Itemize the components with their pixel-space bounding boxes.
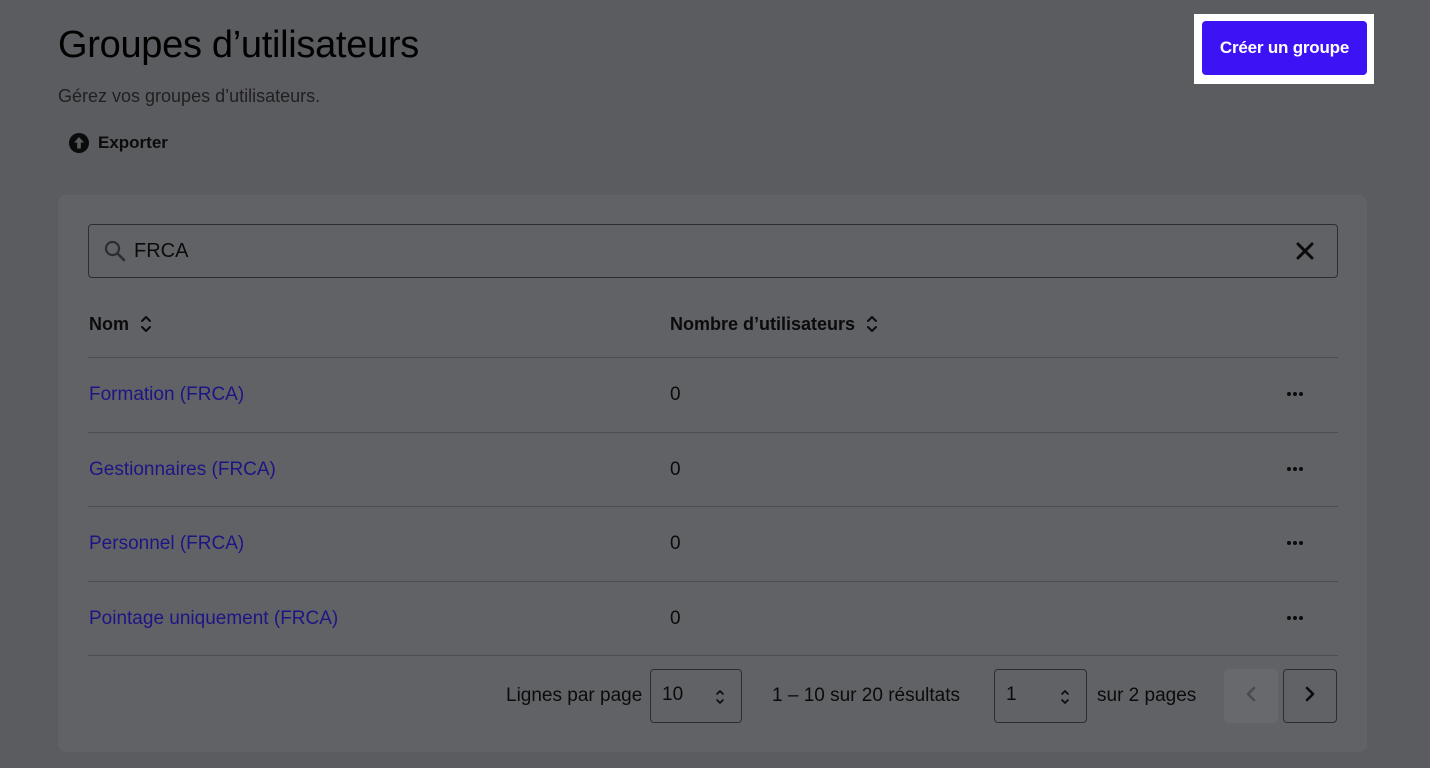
upload-circle-icon: [68, 132, 90, 154]
user-count: 0: [670, 533, 681, 554]
search-box: [88, 224, 1338, 278]
column-header-name[interactable]: Nom: [89, 312, 153, 336]
page-subtitle: Gérez vos groupes d’utilisateurs.: [58, 86, 321, 106]
group-name-link[interactable]: Gestionnaires (FRCA): [89, 459, 276, 481]
rows-per-page-value: 10: [662, 684, 684, 705]
chevron-left-icon: [1245, 685, 1257, 708]
create-group-button[interactable]: Créer un groupe: [1202, 21, 1367, 75]
table-row: Personnel (FRCA) 0: [88, 507, 1338, 582]
next-page-button[interactable]: [1283, 669, 1337, 723]
select-arrows-icon: [715, 688, 725, 706]
more-options-icon[interactable]: [1284, 531, 1306, 555]
rows-per-page-label: Lignes par page: [506, 685, 643, 706]
user-count: 0: [670, 607, 681, 629]
results-range: 1 – 10 sur 20 résultats: [772, 685, 960, 706]
group-name-link[interactable]: Formation (FRCA): [89, 384, 244, 406]
more-options-icon[interactable]: [1284, 457, 1306, 481]
export-label: Exporter: [98, 133, 168, 152]
page-title: Groupes d’utilisateurs: [58, 24, 419, 66]
table-header: Nom Nombre d’utilisateurs: [88, 307, 1338, 358]
more-options-icon[interactable]: [1284, 606, 1306, 630]
rows-per-page-select[interactable]: 10: [650, 669, 742, 723]
user-count: 0: [670, 384, 681, 405]
create-group-highlight: Créer un groupe: [1194, 14, 1374, 84]
select-arrows-icon: [1060, 688, 1070, 706]
page: Groupes d’utilisateurs Gérez vos groupes…: [0, 0, 1430, 768]
groups-table: Nom Nombre d’utilisateurs Formation (FRC…: [88, 307, 1338, 656]
sort-icon: [139, 313, 153, 335]
more-options-icon[interactable]: [1284, 382, 1306, 406]
groups-card: Nom Nombre d’utilisateurs: [58, 195, 1367, 752]
table-row: Formation (FRCA) 0: [88, 358, 1338, 433]
chevron-right-icon: [1304, 685, 1316, 708]
export-button[interactable]: Exporter: [68, 131, 168, 155]
close-icon[interactable]: [1295, 241, 1315, 261]
column-header-label: Nom: [89, 313, 129, 334]
previous-page-button[interactable]: [1224, 669, 1278, 723]
sort-icon: [865, 313, 879, 335]
table-row: Pointage uniquement (FRCA) 0: [88, 582, 1338, 656]
group-name-link[interactable]: Pointage uniquement (FRCA): [89, 608, 338, 630]
search-icon: [103, 239, 127, 263]
total-pages-label: sur 2 pages: [1097, 685, 1197, 706]
search-input[interactable]: [134, 235, 1274, 267]
table-row: Gestionnaires (FRCA) 0: [88, 433, 1338, 507]
page-select[interactable]: 1: [994, 669, 1087, 723]
column-header-label: Nombre d’utilisateurs: [670, 313, 856, 334]
user-count: 0: [670, 458, 681, 480]
page-value: 1: [1006, 684, 1017, 705]
pagination: Lignes par page 10 1 – 10 sur 20 résulta…: [58, 669, 1367, 723]
column-header-user-count[interactable]: Nombre d’utilisateurs: [670, 312, 879, 336]
group-name-link[interactable]: Personnel (FRCA): [89, 533, 244, 555]
